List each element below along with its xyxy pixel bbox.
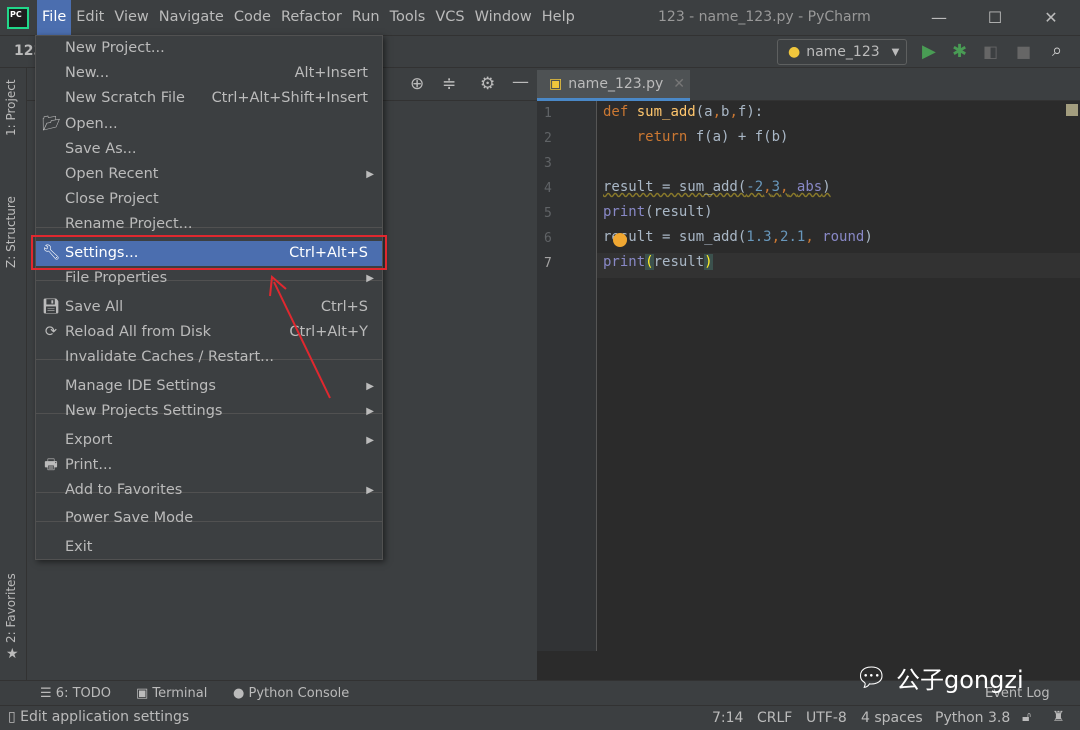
annotation-arrow xyxy=(269,275,331,399)
